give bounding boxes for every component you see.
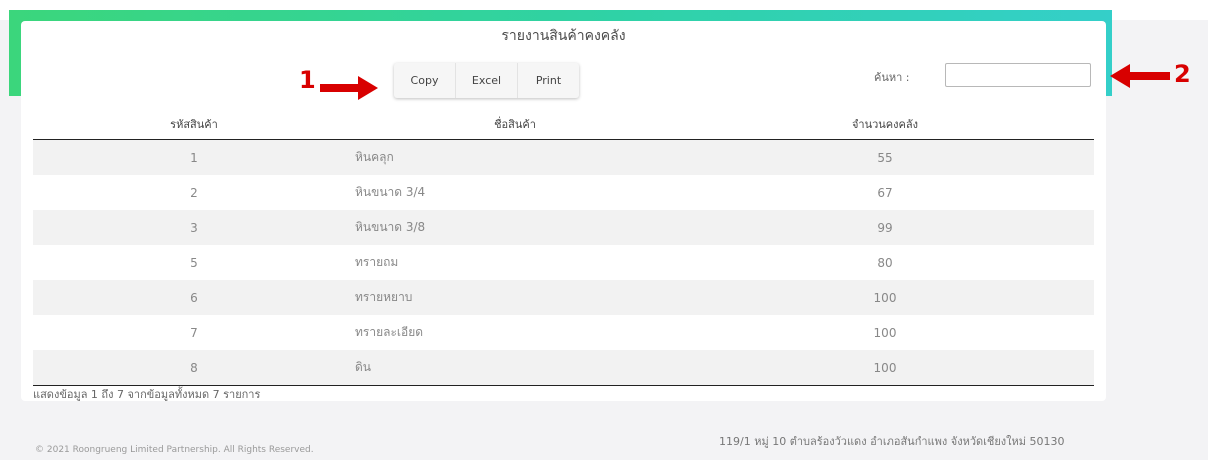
- annotation-arrow-right-icon: [320, 76, 378, 100]
- cell-code: 7: [190, 325, 198, 340]
- cell-name: ทรายหยาบ: [355, 280, 676, 315]
- cell-code: 1: [33, 139, 355, 175]
- export-button-group: Copy Excel Print: [394, 63, 579, 98]
- annotation-arrow-left-icon: [1110, 64, 1170, 88]
- cell-code: 3: [33, 210, 355, 245]
- cell-name: หินขนาด 3/4: [355, 185, 426, 199]
- column-header-code[interactable]: รหัสสินค้า: [33, 109, 355, 140]
- column-header-qty[interactable]: จำนวนคงคลัง: [676, 109, 1094, 140]
- cell-qty: 100: [873, 325, 897, 340]
- table-header-row: รหัสสินค้า ชื่อสินค้า จำนวนคงคลัง: [33, 109, 1094, 140]
- annotation-number-2: 2: [1174, 60, 1191, 88]
- cell-qty: 80: [877, 255, 893, 270]
- cell-name: ทรายถม: [355, 255, 399, 269]
- excel-button[interactable]: Excel: [456, 63, 518, 98]
- cell-qty: 100: [676, 350, 1094, 386]
- table-row: 5 ทรายถม 80: [33, 245, 1094, 280]
- search-label: ค้นหา :: [874, 71, 910, 84]
- report-card: รายงานสินค้าคงคลัง Copy Excel Print ค้นห…: [21, 21, 1106, 401]
- page-title: รายงานสินค้าคงคลัง: [501, 28, 626, 44]
- annotation-number-1: 1: [299, 66, 316, 94]
- cell-name: หินขนาด 3/8: [355, 210, 676, 245]
- cell-name: ดิน: [355, 350, 676, 386]
- table-row: 6 ทรายหยาบ 100: [33, 280, 1094, 315]
- cell-qty: 67: [877, 185, 893, 200]
- table-row: 7 ทรายละเอียด 100: [33, 315, 1094, 350]
- column-header-name[interactable]: ชื่อสินค้า: [355, 109, 676, 140]
- cell-code: 5: [190, 255, 198, 270]
- cell-code: 6: [33, 280, 355, 315]
- table-row: 3 หินขนาด 3/8 99: [33, 210, 1094, 245]
- search-input[interactable]: [945, 63, 1091, 87]
- cell-name: ทรายละเอียด: [355, 325, 424, 339]
- cell-qty: 55: [676, 139, 1094, 175]
- table-row: 8 ดิน 100: [33, 350, 1094, 386]
- cell-name: หินคลุก: [355, 139, 676, 175]
- cell-code: 2: [190, 185, 198, 200]
- print-button[interactable]: Print: [518, 63, 579, 98]
- cell-qty: 100: [676, 280, 1094, 315]
- inventory-table: รหัสสินค้า ชื่อสินค้า จำนวนคงคลัง 1 หินค…: [33, 109, 1094, 386]
- footer-copyright: © 2021 Roongrueng Limited Partnership. A…: [35, 445, 314, 455]
- cell-code: 8: [33, 350, 355, 386]
- table-info-text: แสดงข้อมูล 1 ถึง 7 จากข้อมูลทั้งหมด 7 รา…: [33, 388, 261, 401]
- cell-qty: 99: [676, 210, 1094, 245]
- table-row: 2 หินขนาด 3/4 67: [33, 175, 1094, 210]
- table-row: 1 หินคลุก 55: [33, 139, 1094, 175]
- footer-address: 119/1 หมู่ 10 ตำบลร้องวัวแดง อำเภอสันกำแ…: [719, 435, 1065, 448]
- copy-button[interactable]: Copy: [394, 63, 456, 98]
